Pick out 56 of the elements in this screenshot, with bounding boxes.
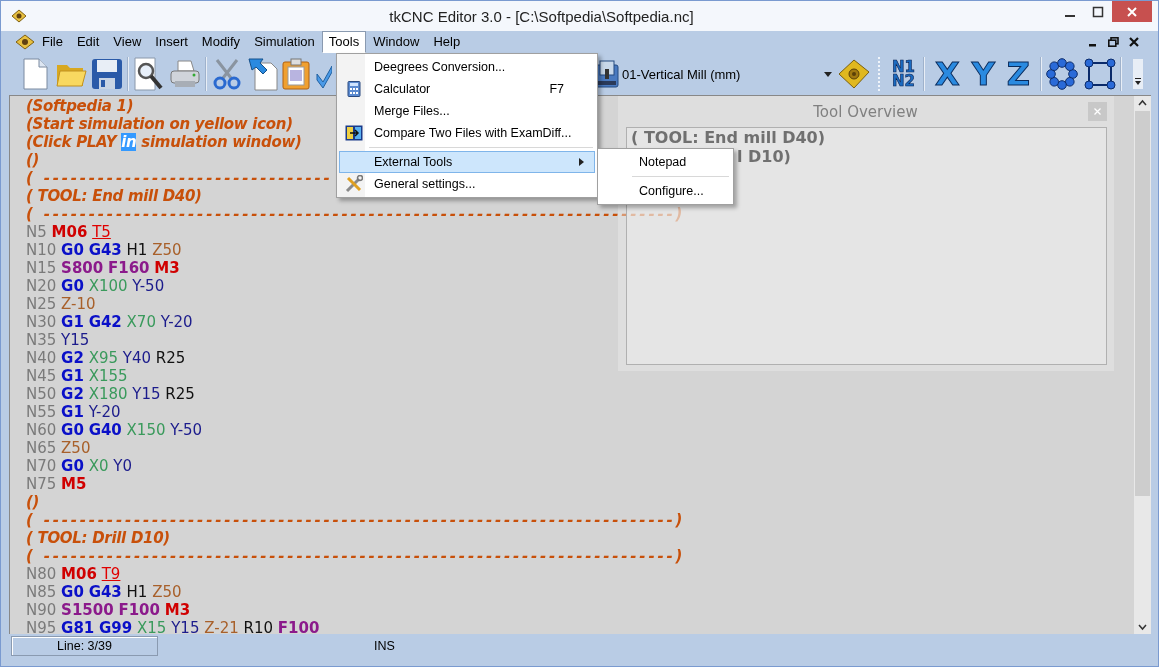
menu-item[interactable]: Insert [148,31,195,53]
code-line: N70 G0 X0 Y0 [26,457,132,475]
menu-item[interactable]: Calculator F7 [339,78,595,100]
menu-item[interactable]: Tools [321,31,367,53]
comment-line: ( ----------------------------------------------------------------------) [26,547,686,565]
menu-item[interactable]: External Tools [339,151,595,173]
menu-item[interactable]: Window [366,31,427,53]
code-line: N5 M06 T5 [26,223,111,241]
comment-line: (Softpedia 1) [26,97,134,115]
tool-entry: l D10) [737,147,791,166]
comment-line: () [26,151,40,169]
dropdown-value: 01-Vertical Mill (mm) [622,66,741,82]
menu-item[interactable]: Notepad [600,151,731,173]
code-line: N20 G0 X100 Y-50 [26,277,165,295]
comment-line: (Start simulation on yellow icon) [26,115,293,133]
code-line: N10 G0 G43 H1 Z50 [26,241,182,259]
menu-item[interactable]: Compare Two Files with ExamDiff... [339,122,595,144]
window-title: tkCNC Editor 3.0 - [C:\Softpedia\Softpedia.nc] [388,7,695,25]
code-line: N60 G0 G40 X150 Y-50 [26,421,203,439]
menu-item[interactable]: View [106,31,149,53]
menu-item[interactable]: Deegrees Conversion... [339,56,595,78]
code-line: N35 Y15 [26,331,90,349]
code-line: N45 G1 X155 [26,367,128,385]
code-line: N30 G1 G42 X70 Y-20 [26,313,193,331]
block-numbers-button[interactable]: N1 N2 [888,60,919,88]
code-line: N80 M06 T9 [26,565,121,583]
comment-line: ( ----------------------------------------------------------------------) [26,511,686,529]
menu-item[interactable]: Simulation [247,31,322,53]
comment-line: () [26,493,40,511]
code-line: N75 M5 [26,475,87,493]
code-line: N40 G2 X95 Y40 R25 [26,349,186,367]
menu-item[interactable]: Help [426,31,468,53]
code-line: N50 G2 X180 Y15 R25 [26,385,195,403]
machine-dropdown[interactable]: 01-Vertical Mill (mm) [622,62,832,86]
menu-item[interactable]: Configure... [600,180,731,202]
comment-line: ( ----------------------------------------------------------------------) [26,205,686,223]
menu-item[interactable]: General settings... [339,173,595,195]
comment-line: (Click PLAY in simulation window) [26,133,302,151]
code-line: N65 Z50 [26,439,91,457]
code-line: N85 G0 G43 H1 Z50 [26,583,182,601]
tool-entry: ( TOOL: End mill D40) [631,128,826,147]
code-line: N90 S1500 F100 M3 [26,601,191,619]
comment-line: ( TOOL: End mill D40) [26,187,202,205]
panel-title: Tool Overview [812,102,919,121]
menu-item[interactable]: Merge Files... [339,100,595,122]
menu-item[interactable]: File [35,31,70,53]
menu-item[interactable]: Modify [194,31,248,53]
comment-line: ( TOOL: Drill D10) [26,529,170,547]
menu-item[interactable]: Edit [69,31,107,53]
code-line: N55 G1 Y-20 [26,403,121,421]
insert-mode-indicator: INS [374,639,395,653]
line-indicator: Line: 3/39 [11,636,158,656]
code-line: N15 S800 F160 M3 [26,259,180,277]
code-line: N25 Z-10 [26,295,96,313]
code-line: N95 G81 G99 X15 Y15 Z-21 R10 F100 [26,619,320,634]
comment-line: ( -------------------------------- [26,169,333,187]
